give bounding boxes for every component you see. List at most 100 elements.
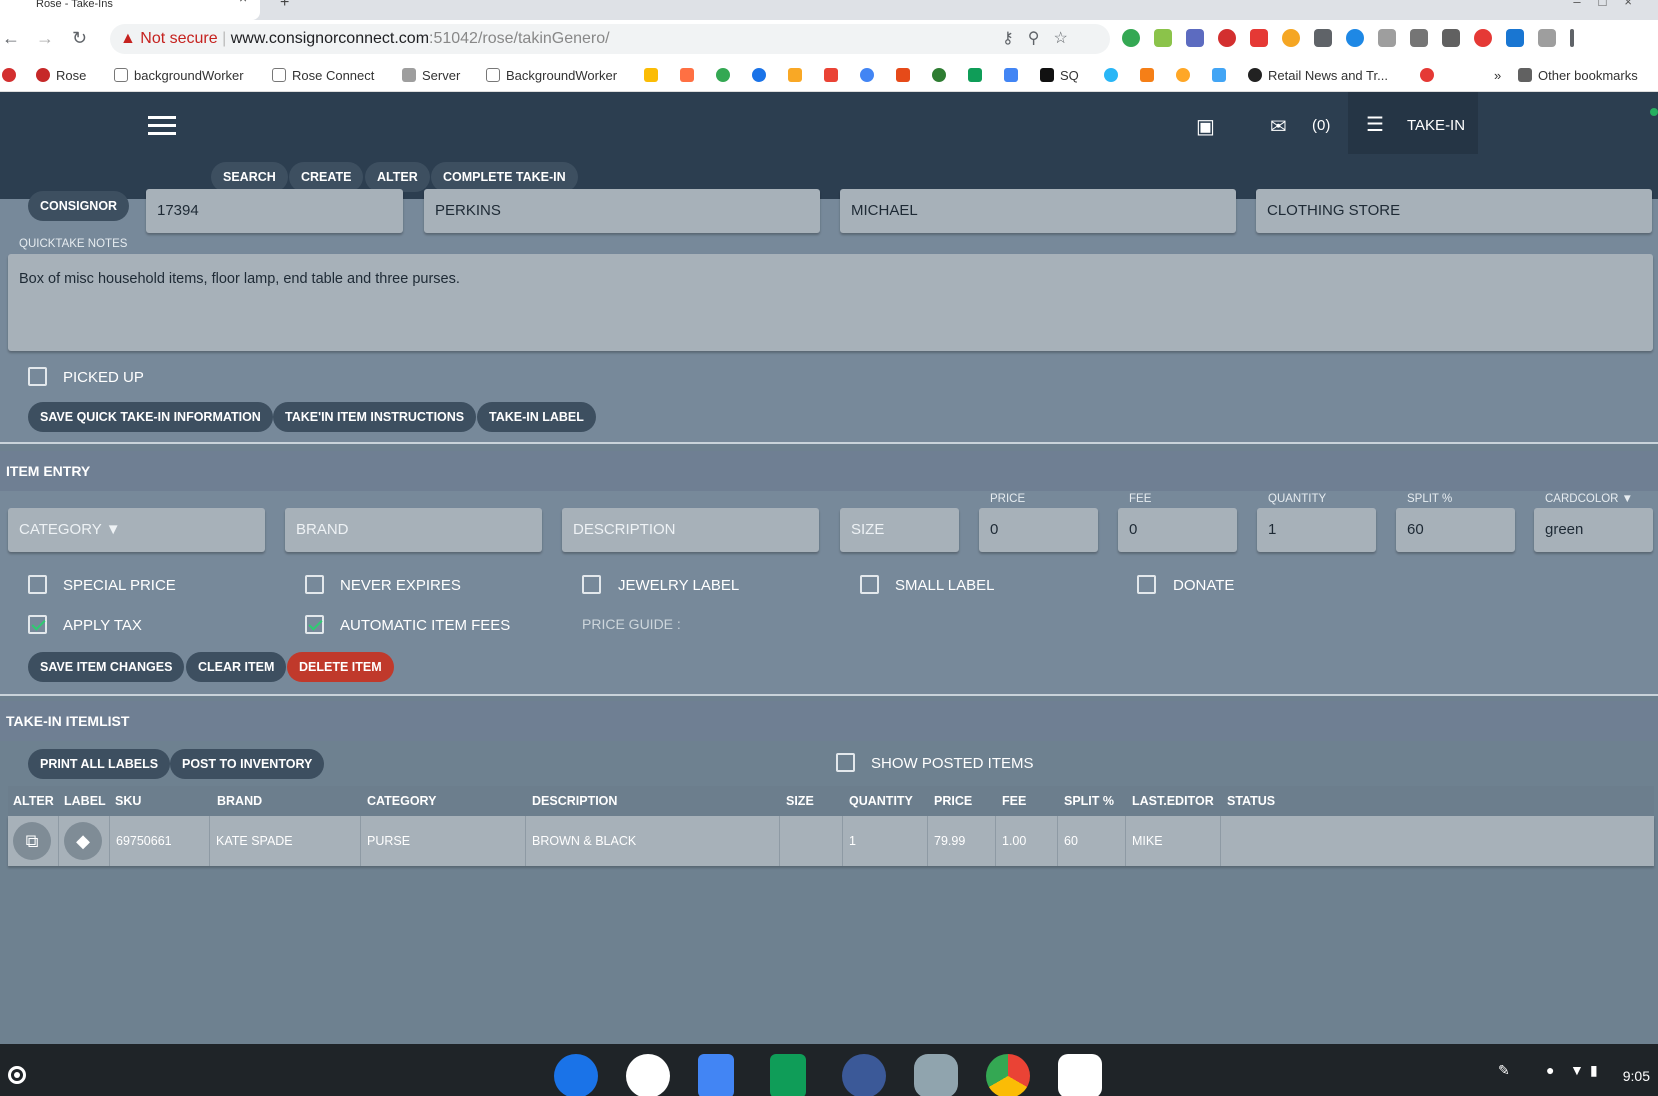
alter-button[interactable]: ALTER [365,162,430,192]
col-price[interactable]: PRICE [934,794,972,808]
sftp-client-app-icon[interactable] [914,1054,958,1096]
consignor-company-field[interactable]: CLOTHING STORE [1256,189,1652,233]
consignor-firstname-field[interactable]: MICHAEL [840,189,1236,233]
brand-input[interactable]: BRAND [285,508,542,552]
bookmark-backgroundworker-2[interactable]: BackgroundWorker [486,68,617,83]
messages-app-icon[interactable] [554,1054,598,1096]
col-fee[interactable]: FEE [1002,794,1026,808]
register-icon[interactable]: ▣ [1196,114,1215,139]
bookmark-icon[interactable] [860,68,880,83]
special-price-checkbox[interactable] [28,575,47,594]
forward-icon[interactable]: → [36,28,54,49]
col-sku[interactable]: SKU [115,794,141,808]
docs-bookmark-icon[interactable] [1004,68,1024,83]
menu-icon[interactable] [1570,29,1574,47]
fee-input[interactable]: 0 [1118,508,1237,552]
delete-item-button[interactable]: DELETE ITEM [287,652,394,682]
bookmark-icon[interactable] [1212,68,1232,83]
col-split[interactable]: SPLIT % [1064,794,1114,808]
never-expires-checkbox[interactable] [305,575,324,594]
apply-tax-checkbox[interactable] [28,615,47,634]
col-alter[interactable]: ALTER [13,794,54,808]
office-icon[interactable] [896,68,916,83]
stylus-icon[interactable]: ✎ [1498,1062,1510,1079]
message-count[interactable]: (0) [1312,117,1330,134]
reload-icon[interactable]: ↻ [72,28,87,49]
extension-icon[interactable] [1506,29,1524,47]
mail-icon[interactable]: ✉ [1270,114,1287,139]
takein-item-instructions-button[interactable]: TAKE'IN ITEM INSTRUCTIONS [273,402,477,432]
col-status[interactable]: STATUS [1227,794,1275,808]
sheets-bookmark-icon[interactable] [968,68,988,83]
bookmark-icon[interactable] [2,68,22,83]
zoom-icon[interactable]: ⚲ [1028,30,1054,47]
col-description[interactable]: DESCRIPTION [532,794,617,808]
takein-module-tab[interactable]: ☰ TAKE-IN [1348,92,1478,154]
bookmark-server[interactable]: Server [402,68,460,83]
key-icon[interactable]: ⚷ [1002,30,1028,47]
bookmark-icon[interactable] [1140,68,1160,83]
system-tray[interactable]: ✎ ● ▼ ▮ 9:05 [1498,1058,1658,1094]
bookmark-icon[interactable] [752,68,772,83]
bookmark-icon[interactable] [1104,68,1124,83]
col-category[interactable]: CATEGORY [367,794,436,808]
bookmark-icon[interactable] [932,68,952,83]
play-store-app-icon[interactable] [626,1054,670,1096]
menu-icon[interactable] [148,116,176,136]
extension-icon[interactable] [1186,29,1204,47]
cardcolor-select[interactable]: green [1534,508,1653,552]
label-print-icon[interactable]: ◆ [64,822,102,860]
extension-icon[interactable] [1282,29,1300,47]
extension-icon[interactable] [1122,29,1140,47]
bookmark-icon[interactable] [644,68,664,83]
extension-icon[interactable] [1218,29,1236,47]
docs-app-icon[interactable] [698,1054,734,1096]
address-bar[interactable]: ▲ Not secure | www.consignorconnect.com:… [110,24,1110,54]
sheets-app-icon[interactable] [770,1054,806,1096]
gmail-icon[interactable] [824,68,844,83]
browser-tab[interactable]: Rose - Take-Ins × [0,0,260,20]
cardcolor-label[interactable]: CARDCOLOR ▼ [1545,493,1633,505]
description-input[interactable]: DESCRIPTION [562,508,819,552]
bookmarks-overflow[interactable]: » [1494,68,1501,83]
create-button[interactable]: CREATE [289,162,364,192]
extension-icon[interactable] [1154,29,1172,47]
col-quantity[interactable]: QUANTITY [849,794,913,808]
consignor-lastname-field[interactable]: PERKINS [424,189,820,233]
jewelry-label-checkbox[interactable] [582,575,601,594]
bookmark-icon[interactable] [680,68,700,83]
small-label-checkbox[interactable] [860,575,879,594]
bookmark-sq[interactable]: SQ [1040,68,1079,83]
window-controls-icon[interactable]: –□× [1573,0,1650,9]
camera-icon[interactable] [1378,29,1396,47]
picked-up-checkbox[interactable] [28,367,47,386]
facebook-app-icon[interactable] [842,1054,886,1096]
chrome-app-icon[interactable] [986,1054,1030,1096]
skype-icon[interactable] [1346,29,1364,47]
save-item-changes-button[interactable]: SAVE ITEM CHANGES [28,652,185,682]
split-input[interactable]: 60 [1396,508,1515,552]
automatic-item-fees-checkbox[interactable] [305,615,324,634]
bookmark-backgroundworker[interactable]: backgroundWorker [114,68,244,83]
consignor-id-field[interactable]: 17394 [146,189,403,233]
edit-icon[interactable]: ⧉ [13,822,51,860]
save-quick-takein-button[interactable]: SAVE QUICK TAKE-IN INFORMATION [28,402,273,432]
bookmark-other[interactable]: Other bookmarks [1518,68,1638,83]
donate-checkbox[interactable] [1137,575,1156,594]
bookmark-icon[interactable] [1176,68,1196,83]
bookmark-retail-news[interactable]: Retail News and Tr... [1248,68,1388,83]
consignor-button[interactable]: CONSIGNOR [28,191,130,221]
search-button[interactable]: SEARCH [211,162,288,192]
col-size[interactable]: SIZE [786,794,814,808]
size-input[interactable]: SIZE [840,508,959,552]
col-label[interactable]: LABEL [64,794,106,808]
bookmark-icon[interactable] [1420,68,1440,83]
tab-close-icon[interactable]: × [239,0,247,5]
extension-icon[interactable] [1442,29,1460,47]
bookmark-icon[interactable] [716,68,736,83]
col-last-editor[interactable]: LAST.EDITOR [1132,794,1214,808]
extension-icon[interactable] [1474,29,1492,47]
post-to-inventory-button[interactable]: POST TO INVENTORY [170,749,325,779]
launcher-icon[interactable] [8,1066,26,1084]
price-input[interactable]: 0 [979,508,1098,552]
